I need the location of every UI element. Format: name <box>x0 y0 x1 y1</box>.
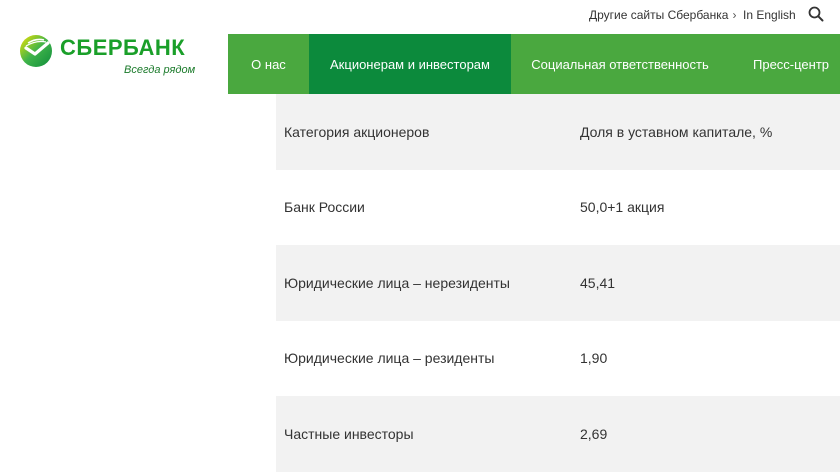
sberbank-logo[interactable]: СБЕРБАНК Всегда рядом <box>18 33 198 83</box>
table-header-category: Категория акционеров <box>284 123 430 140</box>
table-cell-share: 1,90 <box>580 350 608 367</box>
table-header-share: Доля в уставном капитале, % <box>580 123 773 140</box>
nav-item-about[interactable]: О нас <box>228 34 309 94</box>
language-switch-link[interactable]: In English <box>743 8 796 22</box>
table-cell-share: 50,0+1 акция <box>580 199 665 216</box>
table-row: Частные инвесторы 2,69 <box>276 396 840 472</box>
logo-tagline: Всегда рядом <box>124 64 196 76</box>
other-sites-label: Другие сайты Сбербанка <box>589 8 729 22</box>
shareholders-table: Категория акционеров Доля в уставном кап… <box>276 94 840 472</box>
other-sites-link[interactable]: Другие сайты Сбербанка › <box>589 8 736 22</box>
table-row: Юридические лица – нерезиденты 45,41 <box>276 245 840 321</box>
nav-item-shareholders-investors[interactable]: Акционерам и инвесторам <box>309 34 511 94</box>
table-header-row: Категория акционеров Доля в уставном кап… <box>276 94 840 170</box>
nav-item-social-responsibility[interactable]: Социальная ответственность <box>511 34 729 94</box>
table-cell-share: 2,69 <box>580 425 608 442</box>
chevron-right-icon: › <box>732 8 737 22</box>
table-cell-category: Банк России <box>284 199 365 216</box>
top-utility-bar: Другие сайты Сбербанка › In English <box>0 0 840 33</box>
search-icon[interactable] <box>808 6 824 22</box>
logo-mark-icon <box>18 33 54 69</box>
logo-brand-text: СБЕРБАНК <box>60 35 186 60</box>
table-cell-share: 45,41 <box>580 274 616 291</box>
table-cell-category: Юридические лица – резиденты <box>284 350 495 367</box>
table-cell-category: Частные инвесторы <box>284 425 414 442</box>
main-nav: О нас Акционерам и инвесторам Социальная… <box>228 34 840 94</box>
table-cell-category: Юридические лица – нерезиденты <box>284 274 510 291</box>
table-row: Юридические лица – резиденты 1,90 <box>276 321 840 397</box>
nav-item-press-center[interactable]: Пресс-центр <box>729 34 840 94</box>
table-row: Банк России 50,0+1 акция <box>276 170 840 246</box>
